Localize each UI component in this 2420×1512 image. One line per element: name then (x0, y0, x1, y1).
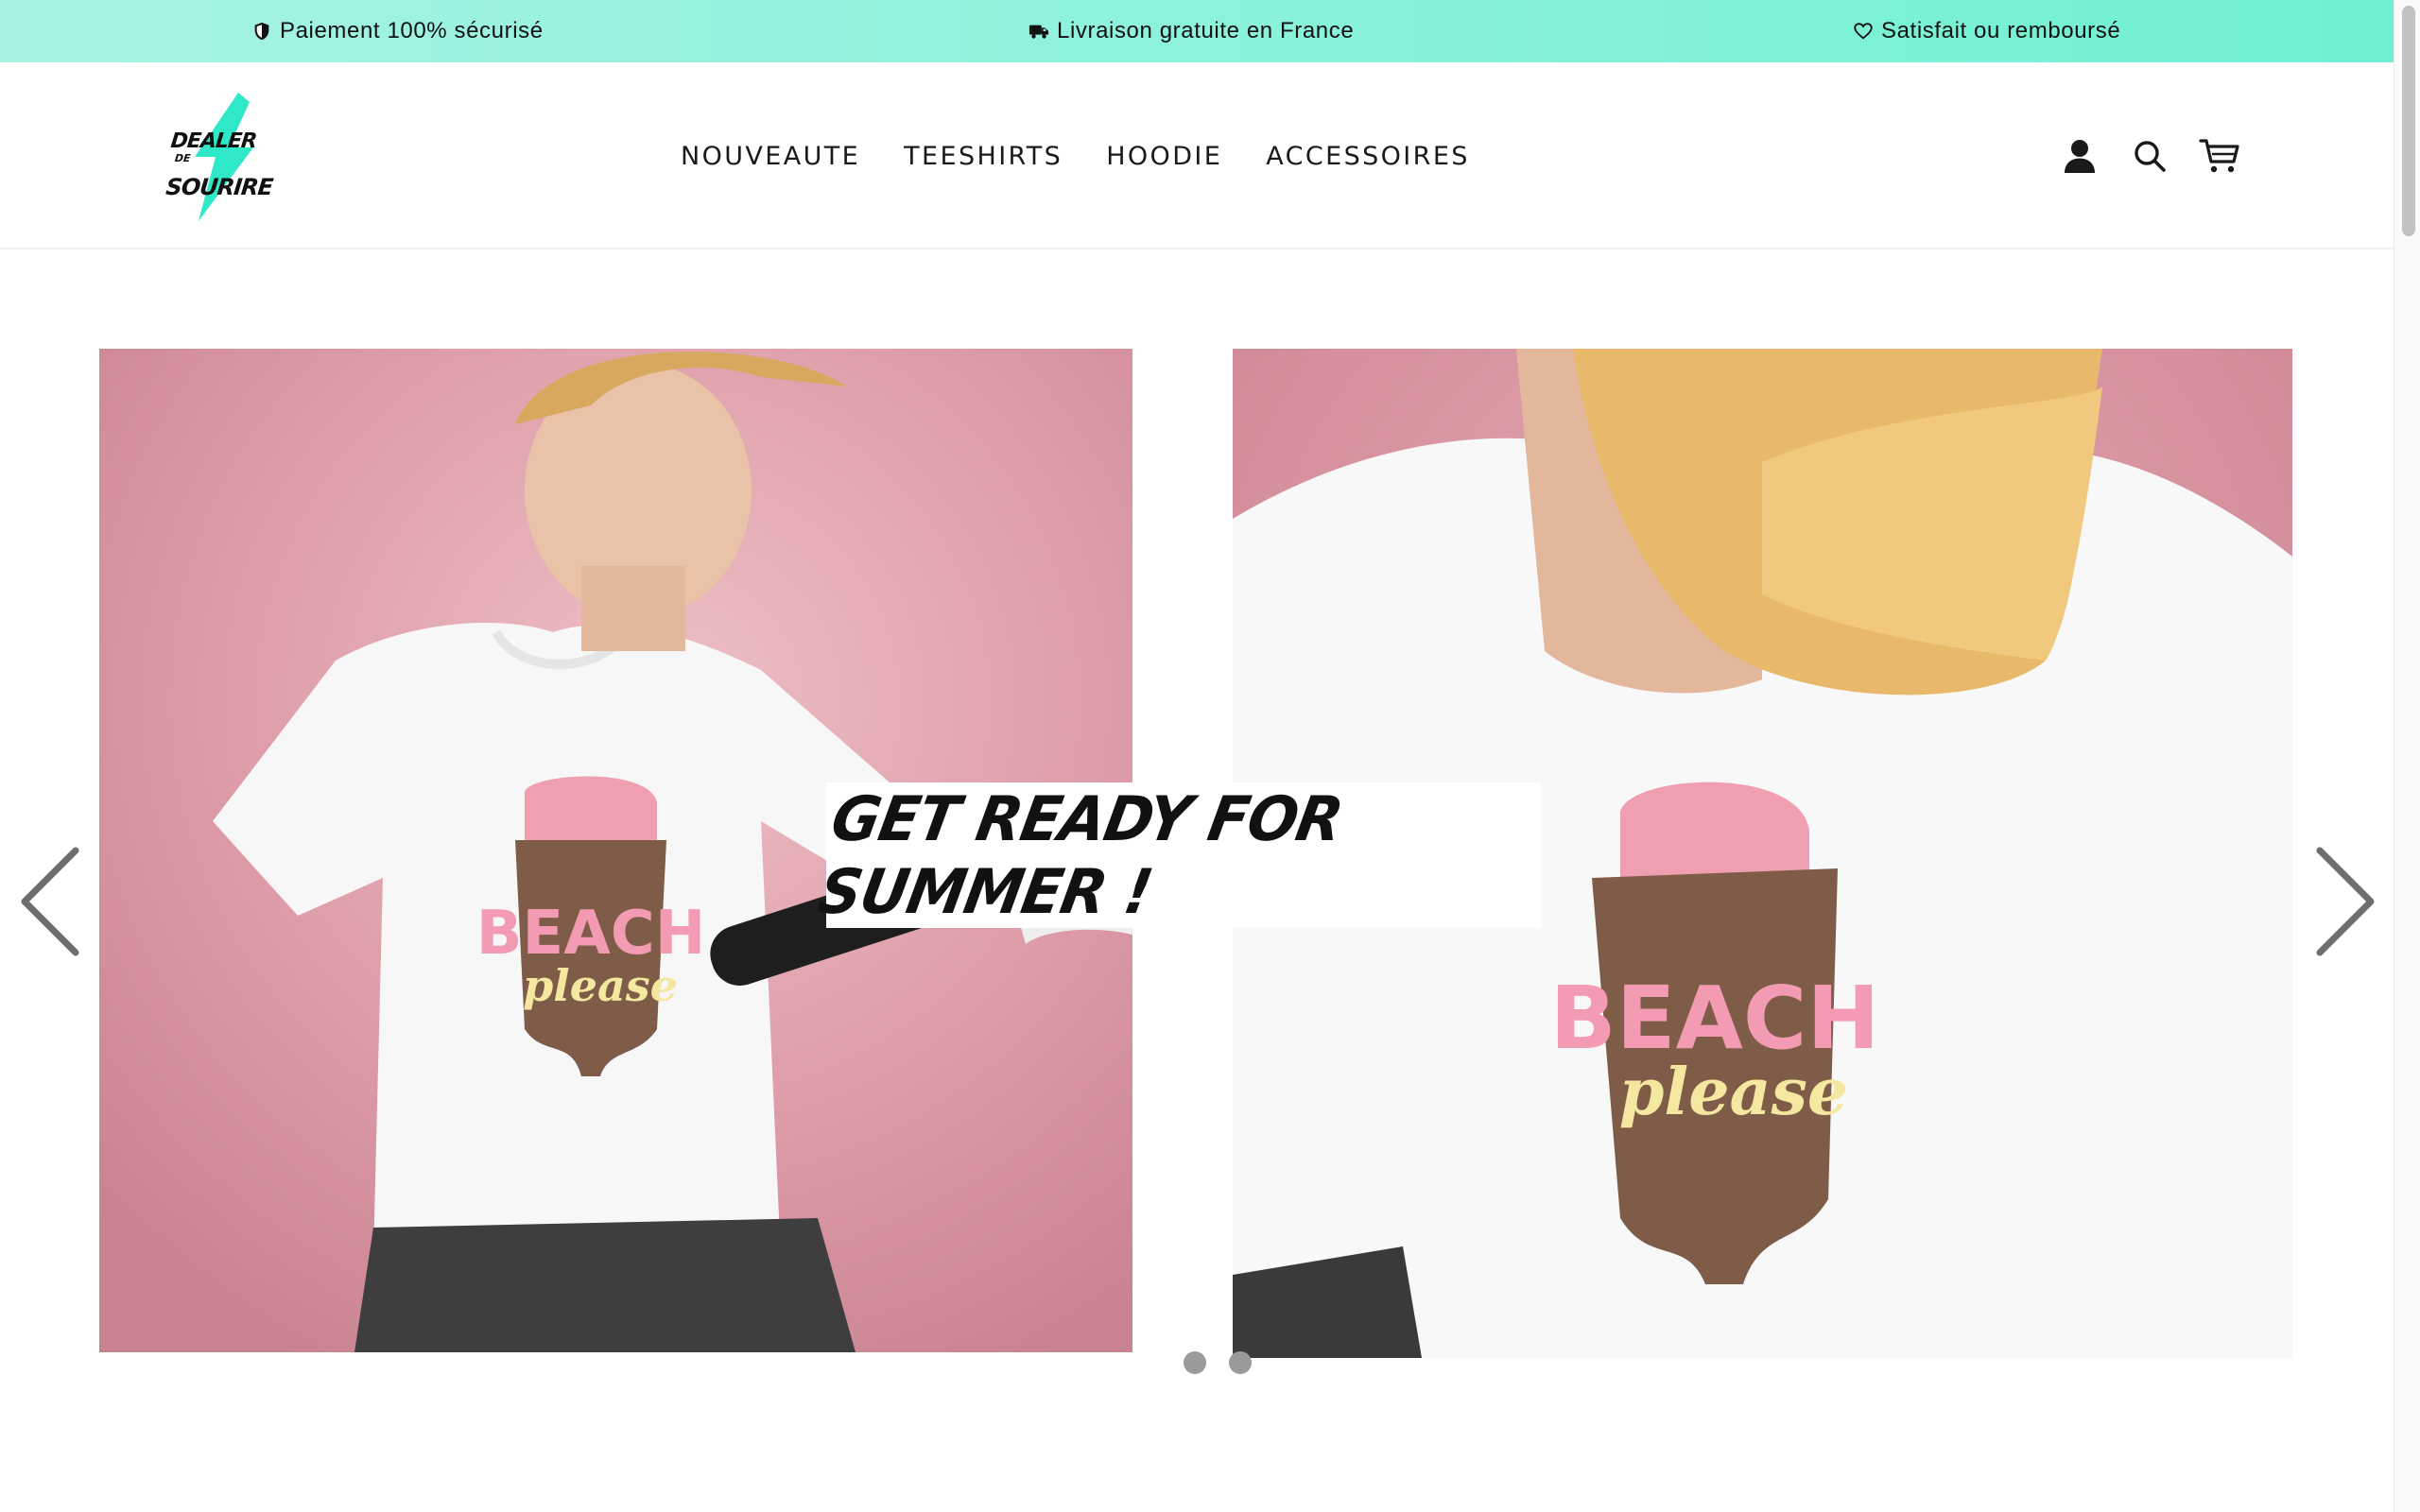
logo[interactable]: DEALER DESOURIRE (164, 93, 274, 221)
print-beach-text: BEACH (476, 899, 706, 969)
header-actions (2059, 62, 2240, 249)
announcement-free-shipping: Livraison gratuite en France (1028, 0, 1354, 62)
slider-next-button[interactable] (2312, 845, 2378, 958)
slider-dot-2[interactable] (1229, 1351, 1252, 1374)
search-button[interactable] (2129, 135, 2170, 177)
shield-icon (254, 22, 269, 41)
main-nav: NOUVEAUTE TEESHIRTS HOODIE ACCESSOIRES (681, 62, 1470, 249)
site-header: DEALER DESOURIRE NOUVEAUTE TEESHIRTS HOO… (0, 62, 2394, 249)
announcement-text: Livraison gratuite en France (1057, 18, 1355, 43)
announcement-text: Satisfait ou remboursé (1881, 18, 2121, 43)
print-please-text: please (523, 960, 678, 1011)
nav-nouveaute[interactable]: NOUVEAUTE (681, 142, 860, 171)
account-button[interactable] (2059, 135, 2100, 177)
nav-accessoires[interactable]: ACCESSOIRES (1266, 142, 1470, 171)
slider-dot-1[interactable] (1184, 1351, 1206, 1374)
cart-button[interactable] (2199, 135, 2240, 177)
announcement-bar: Paiement 100% sécurisé Livraison gratuit… (0, 0, 2394, 62)
truck-icon (1028, 25, 1049, 39)
nav-teeshirts[interactable]: TEESHIRTS (904, 142, 1063, 171)
heart-icon (1854, 23, 1873, 40)
announcement-text: Paiement 100% sécurisé (280, 18, 544, 43)
account-icon (2065, 140, 2095, 173)
slider-dots (1184, 1351, 1252, 1374)
hero-slider: BEACH please BEACH please GET READY FOR … (0, 249, 2394, 1383)
announcement-satisfaction: Satisfait ou remboursé (1853, 0, 2120, 62)
search-icon (2135, 141, 2166, 172)
print-please-text: please (1619, 1055, 1848, 1130)
logo-wordmark: DEALER DESOURIRE (164, 129, 274, 200)
announcement-secure-payment: Paiement 100% sécurisé (251, 0, 544, 62)
chevron-right-icon (2316, 847, 2375, 956)
cart-icon (2199, 139, 2239, 173)
print-beach-text: BEACH (1550, 968, 1880, 1069)
slide-caption: GET READY FOR SUMMER ! (813, 782, 1541, 928)
nav-hoodie[interactable]: HOODIE (1106, 142, 1222, 171)
slide-caption-text: GET READY FOR SUMMER ! (813, 782, 1348, 928)
chevron-left-icon (21, 847, 79, 956)
page-scrollbar[interactable] (2394, 0, 2420, 1512)
slider-prev-button[interactable] (17, 845, 83, 958)
scrollbar-thumb[interactable] (2402, 6, 2415, 236)
